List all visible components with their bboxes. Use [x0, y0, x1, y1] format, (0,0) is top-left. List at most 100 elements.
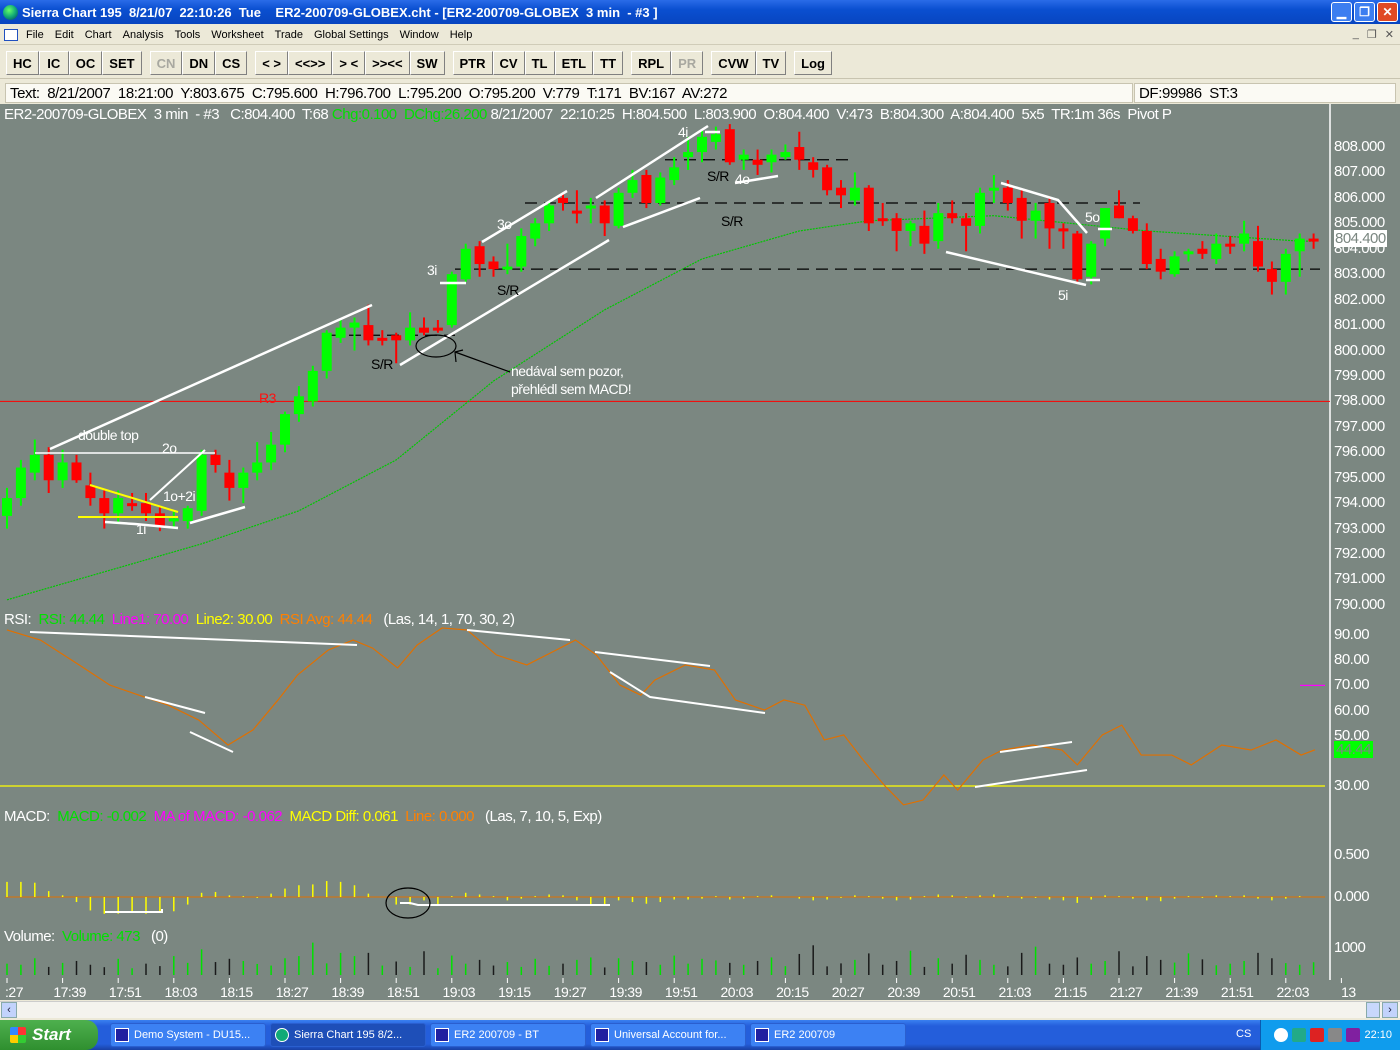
annotation-5i: 5i: [1058, 287, 1068, 303]
task-label: Sierra Chart 195 8/2...: [294, 1029, 403, 1041]
candle-body: [2, 498, 12, 516]
candle-body: [1225, 243, 1236, 247]
tray-arrow-icon[interactable]: [1274, 1028, 1289, 1042]
rsi-trendline: [609, 671, 766, 714]
tray-app-icon[interactable]: [1292, 1028, 1307, 1042]
time-axis-label: 17:39: [53, 984, 86, 1000]
candle-body: [808, 162, 819, 170]
trendline: [1000, 181, 1088, 234]
annotation-1o2i: 1o+2i: [163, 488, 196, 504]
candle-body: [1100, 208, 1111, 239]
macd-trendline: [105, 909, 163, 913]
candle-body: [182, 508, 193, 521]
candle-body: [947, 213, 958, 219]
macd-header: MACD: MACD: -0.002 MA of MACD: -0.062 MA…: [4, 808, 602, 825]
app-icon: [435, 1028, 449, 1042]
candle-body: [627, 180, 638, 193]
candle-body: [1253, 241, 1263, 267]
tray-av-icon[interactable]: [1310, 1028, 1325, 1042]
task-er2[interactable]: ER2 200709: [750, 1023, 906, 1047]
candle-body: [669, 167, 680, 181]
task-sierra-chart[interactable]: Sierra Chart 195 8/2...: [270, 1023, 426, 1047]
rsi-avg: RSI Avg: 44.44: [279, 611, 373, 628]
channel-line: [399, 238, 610, 367]
price-axis-label: 798.000: [1334, 392, 1385, 410]
rsi-trendline: [594, 651, 711, 667]
candle-body: [321, 332, 332, 371]
system-tray: 22:10: [1260, 1020, 1400, 1050]
macd-axis-label: 0.500: [1334, 846, 1370, 863]
scroll-right-button[interactable]: ›: [1382, 1002, 1398, 1018]
time-axis-label: 13: [1341, 984, 1356, 1000]
start-button[interactable]: Start: [0, 1020, 98, 1050]
candle-body: [307, 370, 318, 402]
chart-header: ER2-200709-GLOBEX 3 min - #3 C:804.400 T…: [4, 106, 1172, 123]
candle-body: [99, 498, 110, 514]
candle-body: [474, 246, 485, 265]
macd-ma: MA of MACD: -0.062: [153, 808, 283, 825]
annotation-sr: S/R: [721, 213, 743, 229]
annotation-sr: S/R: [497, 282, 519, 298]
rsi-last-marker: 44.44: [1334, 740, 1374, 758]
time-axis-label: 21:39: [1165, 984, 1198, 1000]
task-label: Universal Account for...: [614, 1029, 727, 1041]
candle-body: [419, 327, 429, 333]
candle-body: [905, 223, 916, 231]
time-axis-label: 20:15: [776, 984, 809, 1000]
arrow-head: [454, 349, 464, 363]
candle-body: [1280, 253, 1291, 282]
time-axis-label: 18:27: [275, 984, 309, 1000]
time-axis-label: 22:03: [1276, 984, 1310, 1000]
candle-body: [738, 154, 749, 160]
scroll-thumb[interactable]: [1366, 1002, 1380, 1018]
candle-body: [919, 225, 930, 244]
candle-body: [377, 337, 388, 341]
rsi-trendline: [466, 629, 571, 641]
candle-body: [1002, 187, 1013, 203]
tray-app-icon[interactable]: [1346, 1028, 1361, 1042]
time-axis-label: 21:51: [1220, 984, 1254, 1000]
price-axis-label: 797.000: [1334, 417, 1385, 435]
candle-body: [1044, 202, 1055, 229]
time-axis-label: 19:39: [609, 984, 642, 1000]
price-axis-label: 803.000: [1334, 265, 1385, 283]
annotation-2o: 2o: [162, 440, 177, 456]
candle-body: [210, 454, 221, 465]
candle-body: [766, 154, 777, 163]
time-axis-label: 20:51: [942, 984, 976, 1000]
scroll-left-button[interactable]: ‹: [1, 1002, 17, 1018]
channel-line: [595, 124, 709, 200]
candle-body: [710, 134, 721, 142]
candle-body: [1086, 243, 1097, 277]
chart-symbol-info: ER2-200709-GLOBEX 3 min - #3 C:804.400 T…: [4, 106, 332, 123]
annotation-note-line1: nedával sem pozor,: [511, 363, 624, 379]
candle-body: [544, 205, 555, 224]
language-indicator[interactable]: CS: [1236, 1028, 1251, 1040]
candle-body: [571, 210, 582, 214]
candle-body: [196, 454, 207, 511]
globe-icon: [275, 1028, 289, 1042]
rsi-line: [6, 627, 1316, 806]
price-axis-label: 791.000: [1334, 570, 1385, 588]
candle-body: [432, 327, 443, 331]
time-axis-label: 21:03: [998, 984, 1032, 1000]
rsi-trendline: [29, 631, 358, 646]
macd-value: MACD: -0.002: [57, 808, 147, 825]
price-axis-label: 792.000: [1334, 545, 1385, 563]
macd-trendline: [400, 902, 610, 906]
last-price-marker: 804.400: [1334, 229, 1387, 247]
macd-line: Line: 0.000: [405, 808, 474, 825]
horizontal-scrollbar[interactable]: ‹ ›: [0, 1001, 1400, 1018]
task-demo-system[interactable]: Demo System - DU15...: [110, 1023, 266, 1047]
tray-network-icon[interactable]: [1328, 1028, 1343, 1042]
candle-body: [988, 187, 999, 191]
task-universal-account[interactable]: Universal Account for...: [590, 1023, 746, 1047]
candle-body: [1127, 218, 1138, 231]
time-axis-label: 21:15: [1054, 984, 1087, 1000]
candle-body: [113, 498, 124, 514]
annotation-r3: R3: [259, 390, 276, 406]
candle-body: [405, 327, 416, 341]
task-er2-bt[interactable]: ER2 200709 - BT: [430, 1023, 586, 1047]
time-axis-label: 20:03: [720, 984, 754, 1000]
price-axis-label: 807.000: [1334, 163, 1385, 181]
